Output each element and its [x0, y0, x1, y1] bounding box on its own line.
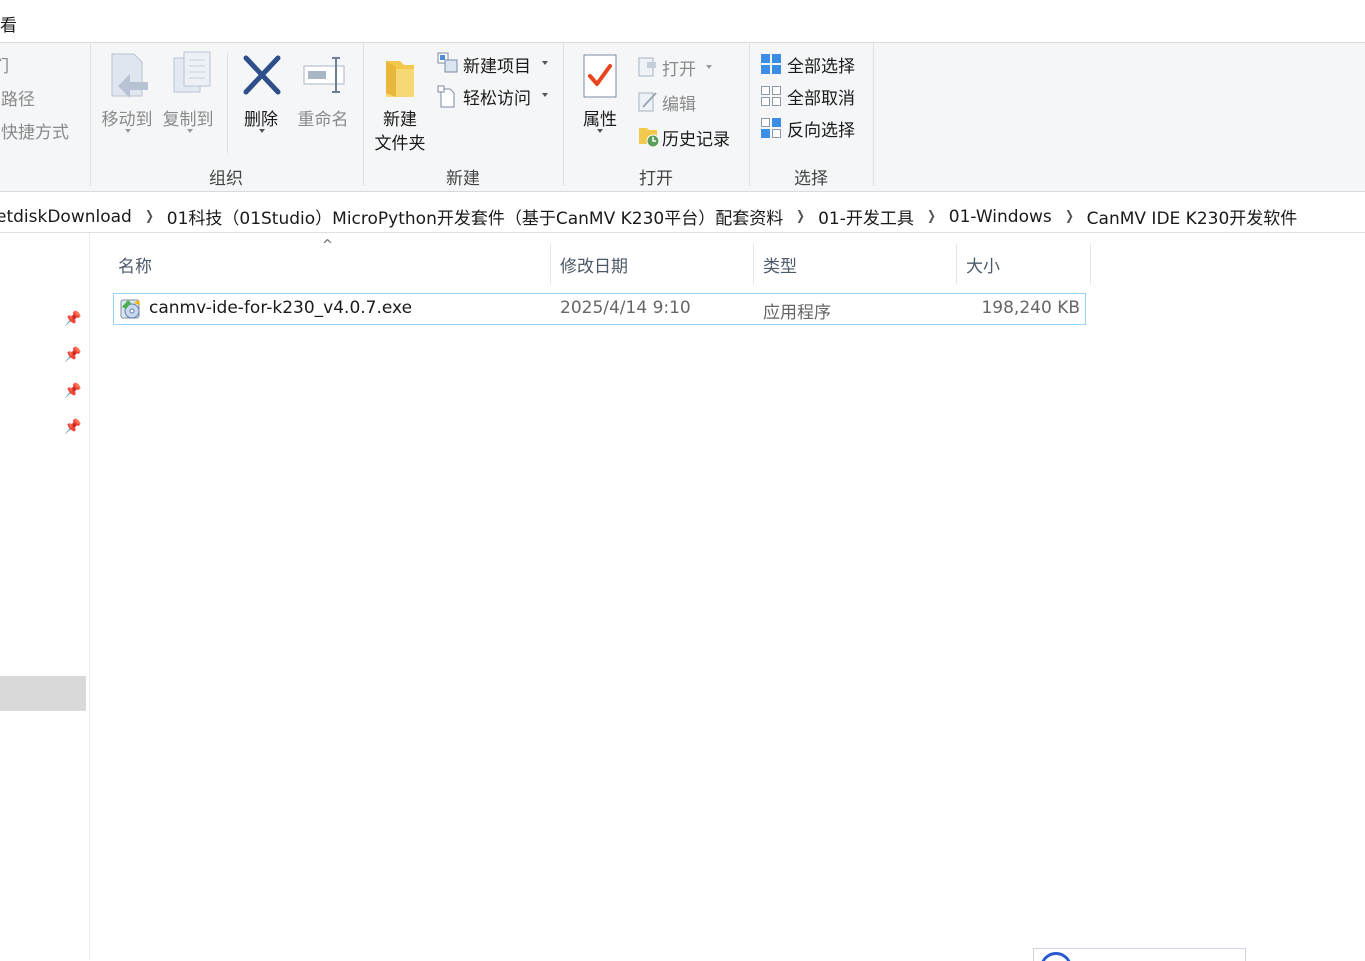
group-label-new: 新建 [446, 169, 480, 189]
breadcrumb-item[interactable]: 01科技（01Studio）MicroPython开发套件（基于CanMV K2… [167, 204, 783, 229]
breadcrumb-item[interactable]: 01-Windows [949, 207, 1052, 227]
rename-icon [302, 56, 348, 94]
invert-selection-icon [760, 117, 782, 139]
new-item-button[interactable]: 新建项目 [463, 52, 531, 77]
invert-selection-button[interactable]: 反向选择 [787, 116, 855, 141]
column-header-type[interactable]: 类型 [763, 252, 797, 277]
copy-to-icon [172, 50, 214, 98]
new-folder-button-line1[interactable]: 新建 [368, 105, 432, 130]
file-row[interactable]: canmv-ide-for-k230_v4.0.7.exe 2025/4/14 … [113, 293, 1086, 325]
delete-x-icon [243, 55, 281, 95]
delete-button[interactable]: 删除 [236, 105, 286, 130]
ribbon-partial-paste-shortcut[interactable]: 占快捷方式 [0, 118, 69, 143]
chevron-right-icon[interactable]: ❯ [145, 209, 154, 224]
select-none-button[interactable]: 全部取消 [787, 84, 855, 109]
move-to-icon [108, 52, 152, 98]
ribbon: 们 制路径 占快捷方式 移动到 复制到 删除 [0, 43, 1365, 192]
copy-to-button[interactable]: 复制到 [159, 105, 217, 130]
column-header-name[interactable]: 名称 [118, 252, 152, 277]
rename-button[interactable]: 重命名 [294, 105, 352, 130]
history-icon [638, 124, 660, 148]
new-folder-button-line2[interactable]: 文件夹 [368, 129, 432, 154]
select-all-icon [760, 53, 782, 75]
select-all-button[interactable]: 全部选择 [787, 52, 855, 77]
breadcrumb: etdiskDownload ❯ 01科技（01Studio）MicroPyth… [0, 204, 1298, 230]
chevron-right-icon[interactable]: ❯ [927, 209, 936, 224]
new-item-icon [437, 52, 459, 74]
open-icon [638, 54, 658, 78]
file-size: 198,240 KB [981, 298, 1080, 318]
file-date: 2025/4/14 9:10 [560, 298, 691, 318]
breadcrumb-item[interactable]: etdiskDownload [0, 207, 132, 227]
history-button[interactable]: 历史记录 [662, 125, 730, 150]
pin-icon[interactable]: 📌 [64, 419, 81, 435]
ribbon-tab-row: 看 [0, 0, 1365, 43]
edit-button[interactable]: 编辑 [662, 90, 696, 115]
properties-button[interactable]: 属性 [572, 105, 628, 130]
column-header-date[interactable]: 修改日期 [560, 252, 628, 277]
new-folder-icon [384, 55, 416, 99]
select-none-icon [760, 85, 782, 107]
navigation-pane: 📌 📌 📌 📌 [0, 233, 90, 960]
breadcrumb-item[interactable]: 01-开发工具 [818, 204, 914, 229]
group-label-select: 选择 [794, 169, 828, 189]
file-name[interactable]: canmv-ide-for-k230_v4.0.7.exe [149, 298, 412, 318]
group-label-open: 打开 [639, 169, 673, 189]
easy-access-icon [437, 85, 457, 109]
pin-icon[interactable]: 📌 [64, 311, 81, 327]
breadcrumb-item-current[interactable]: CanMV IDE K230开发软件 [1087, 204, 1298, 229]
ribbon-partial-item-1[interactable]: 们 [0, 52, 9, 77]
installer-icon [119, 297, 143, 321]
pin-icon[interactable]: 📌 [64, 347, 81, 363]
properties-icon [583, 54, 617, 98]
chevron-right-icon[interactable]: ❯ [796, 209, 805, 224]
address-bar[interactable]: etdiskDownload ❯ 01科技（01Studio）MicroPyth… [0, 200, 1365, 233]
sort-ascending-icon: ^ [322, 238, 333, 253]
nav-item-selected[interactable] [0, 676, 86, 711]
group-label-organize: 组织 [209, 169, 243, 189]
edit-icon [638, 90, 658, 112]
ribbon-partial-copy-path[interactable]: 制路径 [0, 85, 35, 110]
chevron-right-icon[interactable]: ❯ [1065, 209, 1074, 224]
status-popup[interactable] [1033, 948, 1246, 961]
easy-access-button[interactable]: 轻松访问 [463, 84, 531, 109]
move-to-button[interactable]: 移动到 [98, 105, 156, 130]
file-type: 应用程序 [763, 303, 831, 323]
open-button[interactable]: 打开 [662, 55, 696, 80]
tab-view[interactable]: 看 [0, 11, 17, 36]
pin-icon[interactable]: 📌 [64, 383, 81, 399]
column-header-size[interactable]: 大小 [966, 252, 1000, 277]
